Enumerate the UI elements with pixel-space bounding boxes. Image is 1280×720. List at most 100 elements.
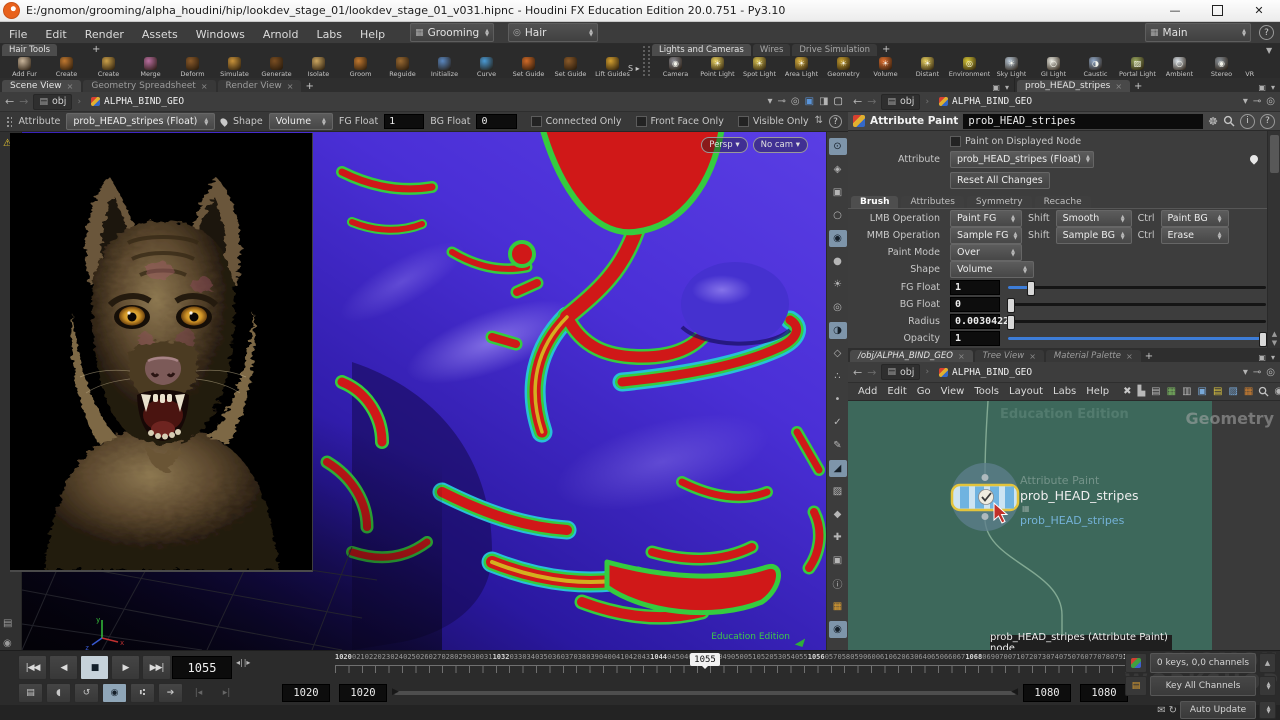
forward-icon[interactable]: → (19, 95, 28, 108)
viewport-tool-icon[interactable]: ▣ (829, 552, 847, 569)
range-start-input[interactable]: 1020 (282, 684, 330, 702)
spinner-icon[interactable]: ▲▼ (1242, 29, 1246, 37)
menu-item[interactable]: Render (76, 28, 133, 41)
playbar-option-icon[interactable]: ➔ (158, 683, 183, 703)
fg-float-input[interactable]: 1 (384, 114, 424, 129)
paint-on-displayed-checkbox[interactable]: Paint on Displayed Node (950, 136, 1081, 147)
net-toolbar-icon[interactable]: ▨ (1225, 386, 1240, 397)
toolbar-checkbox[interactable]: Visible Only (738, 116, 809, 127)
path-node-chip[interactable]: ALPHA_BIND_GEO (934, 365, 1037, 379)
back-icon[interactable]: ← (853, 366, 862, 379)
pane-tab[interactable]: Material Palette× (1046, 350, 1141, 362)
net-toolbar-icon[interactable]: ▣ (1195, 386, 1210, 397)
shelf-tool[interactable]: ☀ Spot Light (739, 57, 780, 78)
checkbox-icon[interactable] (636, 116, 647, 127)
path-dropdown-icon[interactable]: ▾ (1243, 96, 1248, 107)
drag-handle-icon[interactable] (6, 116, 12, 127)
range-start-handle[interactable]: ▶ (392, 687, 399, 697)
spinner-icon[interactable]: ▲▼ (485, 29, 489, 37)
step-back-button[interactable]: ◂| (236, 658, 243, 667)
playbar-option-icon[interactable]: ▤ (18, 683, 43, 703)
net-menu-item[interactable]: Help (1081, 386, 1114, 397)
reset-all-changes-button[interactable]: Reset All Changes (950, 172, 1050, 189)
path-root-chip[interactable]: ▤ obj (33, 94, 72, 110)
shelf-tool[interactable]: ◉ Camera (655, 57, 696, 78)
viewport-tool-icon[interactable]: ◈ (829, 161, 847, 178)
range-start-display[interactable]: 1020 (339, 684, 387, 702)
sort-icon[interactable]: ⇅ (815, 115, 823, 128)
slider-track[interactable] (1008, 337, 1266, 340)
viewport-tool-icon[interactable]: ☀ (829, 276, 847, 293)
mmb-op-select[interactable]: Sample FG▲▼ (950, 227, 1022, 244)
close-icon[interactable]: × (1029, 352, 1036, 361)
update-spinner-icon[interactable]: ▲▼ (1259, 701, 1276, 719)
pane-menu-icon[interactable]: ▾ (1005, 83, 1009, 92)
desktop-select[interactable]: ▦ Main ▲▼ (1145, 23, 1251, 42)
viewport-tool-icon[interactable]: ○ (829, 207, 847, 224)
shelf-tool[interactable]: ☀ Sky Light (991, 57, 1032, 78)
playbar-option-icon[interactable]: ⑆ (130, 683, 155, 703)
node-output-label[interactable]: prob_HEAD_stripes (1020, 514, 1124, 527)
search-icon[interactable] (1258, 386, 1269, 397)
checkbox-icon[interactable] (531, 116, 542, 127)
param-tab[interactable]: Symmetry (967, 196, 1032, 208)
camera-select-button[interactable]: No cam ▾ (753, 137, 808, 153)
perspective-view-button[interactable]: Persp ▾ (701, 137, 747, 153)
spinner-icon[interactable]: ▲▼ (589, 29, 593, 37)
link-icon[interactable]: ◎ (1266, 367, 1275, 378)
viewport-tool-icon[interactable]: ◉ (829, 230, 847, 247)
viewport-tool-icon[interactable]: ◉ (829, 621, 847, 638)
menu-item[interactable]: Edit (36, 28, 75, 41)
path-root-chip[interactable]: ▤ obj (881, 364, 920, 380)
toolbar-checkbox[interactable]: Front Face Only (636, 116, 724, 127)
shelf-overflow-button[interactable]: S ▸ (628, 64, 640, 73)
slider-track[interactable] (1008, 286, 1266, 289)
key-all-channels-button[interactable]: Key All Channels (1150, 676, 1256, 696)
add-pane-tab-button[interactable]: + (301, 81, 317, 92)
pin-path-icon[interactable]: ⊸ (778, 96, 786, 107)
param-tab[interactable]: Recache (1035, 196, 1091, 208)
net-toolbar-icon[interactable]: ▤ (1148, 386, 1163, 397)
chat-bubble-icon[interactable]: ✉ (1157, 705, 1165, 716)
attribute-select[interactable]: prob_HEAD_stripes (Float) ▲▼ (950, 151, 1094, 168)
lmb-ctrl-select[interactable]: Paint BG▲▼ (1161, 210, 1229, 227)
paint-mode-select[interactable]: Over▲▼ (950, 244, 1022, 261)
transport-button[interactable]: ▶▶| (142, 655, 171, 680)
playbar-option-icon[interactable]: ◖ (46, 683, 71, 703)
menu-item[interactable]: Labs (307, 28, 351, 41)
menu-item[interactable]: Windows (187, 28, 254, 41)
auto-update-select[interactable]: Auto Update (1180, 701, 1256, 719)
close-icon[interactable]: × (1115, 82, 1122, 91)
viewport-tool-icon[interactable]: ⓘ (829, 575, 847, 592)
close-icon[interactable]: × (1126, 352, 1133, 361)
camera-overview-icon[interactable]: ◉ (1274, 386, 1280, 397)
param-scrollbar[interactable]: ▲ ▼ (1267, 131, 1280, 348)
link-icon[interactable]: ◎ (791, 96, 800, 107)
playhead-indicator[interactable]: 1055 (690, 653, 720, 666)
pane-tab[interactable]: prob_HEAD_stripes× (1017, 80, 1130, 92)
pin-icon[interactable] (1248, 153, 1259, 164)
transport-button[interactable]: ▶ (111, 655, 140, 680)
pin-path-icon[interactable]: ⊸ (1253, 96, 1261, 107)
shelf-tool[interactable]: ▨ Portal Light (1117, 57, 1158, 78)
mmb-ctrl-select[interactable]: Erase▲▼ (1161, 227, 1229, 244)
network-editor-canvas[interactable]: Education Edition Geometry (848, 401, 1280, 650)
shelf-tab[interactable]: Hair Tools (2, 44, 57, 56)
net-menu-item[interactable]: Labs (1048, 386, 1081, 397)
node-name-input[interactable]: prob_HEAD_stripes (963, 114, 1203, 129)
minimize-button[interactable]: — (1154, 0, 1196, 21)
hair-shelf-set-select[interactable]: ◎ Hair ▲▼ (508, 23, 598, 42)
slider-handle[interactable] (1007, 315, 1015, 330)
range-slider[interactable]: ▶ ◀ (394, 691, 1016, 695)
shape-select[interactable]: Volume ▲▼ (269, 113, 333, 130)
back-icon[interactable]: ← (5, 95, 14, 108)
pin-icon[interactable] (219, 117, 229, 127)
viewport-tool-icon[interactable]: ◢ (829, 460, 847, 477)
slider-handle[interactable] (1007, 298, 1015, 313)
pane-tab[interactable]: /obj/ALPHA_BIND_GEO× (850, 350, 973, 362)
current-frame-input[interactable]: 1055 (172, 656, 232, 679)
viewport-tool-icon[interactable]: ◎ (829, 299, 847, 316)
slider-track[interactable] (1008, 303, 1266, 306)
pane-tab[interactable]: Scene View× (2, 80, 81, 92)
menu-item[interactable]: Assets (133, 28, 187, 41)
